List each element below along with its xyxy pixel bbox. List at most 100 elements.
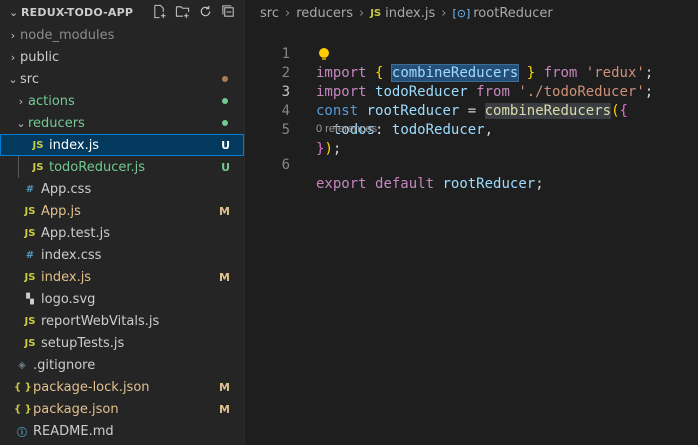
chevron-right-icon[interactable]: ›	[6, 29, 20, 42]
tree-file[interactable]: ⓘ README.md	[0, 420, 244, 442]
tree-item-label: reducers	[28, 115, 85, 131]
css-file-icon: #	[25, 183, 35, 195]
chevron-right-icon: ›	[359, 5, 365, 21]
git-status-badge: U	[221, 138, 230, 152]
svg-file-icon: ▚	[26, 293, 34, 305]
tree-file[interactable]: JS App.js M	[0, 200, 244, 222]
collapse-all-icon[interactable]	[221, 4, 236, 19]
tree-file[interactable]: # index.css	[0, 244, 244, 266]
tree-item-label: index.css	[41, 247, 102, 263]
git-status-badge: M	[219, 270, 230, 284]
chevron-right-icon: ›	[284, 5, 291, 21]
js-file-icon: JS	[24, 315, 36, 327]
tree-folder[interactable]: ⌄ src	[0, 68, 244, 90]
tree-item-label: reportWebVitals.js	[41, 313, 160, 329]
tree-file[interactable]: JS setupTests.js	[0, 332, 244, 354]
code-line[interactable]: 3 const rootReducer = combineReducers({	[245, 64, 698, 119]
file-tree: › node_modules › public ⌄ src › actions ⌄ reducer…	[0, 24, 244, 442]
new-folder-icon[interactable]	[175, 4, 190, 19]
breadcrumb: src › reducers › JS index.js › [⊙] rootR…	[245, 0, 698, 26]
tree-file[interactable]: { } package-lock.json M	[0, 376, 244, 398]
code-line[interactable]: 1 import { combineReducers } from 'redux…	[245, 26, 698, 82]
tree-item-label: App.css	[41, 181, 92, 197]
git-status-badge: M	[219, 204, 230, 218]
editor-area: src › reducers › JS index.js › [⊙] rootR…	[245, 0, 698, 445]
git-status-badge: M	[219, 380, 230, 394]
js-file-icon: JS	[32, 161, 44, 173]
breadcrumb-file[interactable]: index.js	[385, 6, 435, 21]
git-status-dot	[222, 76, 228, 82]
git-status-badge: U	[221, 160, 230, 174]
js-file-icon: JS	[24, 227, 36, 239]
code-lens[interactable]: 0 references	[245, 121, 698, 137]
tree-item-label: App.js	[41, 203, 81, 219]
tree-file[interactable]: # App.css	[0, 178, 244, 200]
breadcrumb-src[interactable]: src	[260, 6, 279, 21]
info-file-icon: ⓘ	[17, 427, 27, 439]
tree-item-label: node_modules	[20, 27, 115, 43]
tree-file[interactable]: JS index.js M	[0, 266, 244, 288]
code-line[interactable]: 5 });	[245, 102, 698, 157]
tree-file[interactable]: JS reportWebVitals.js	[0, 310, 244, 332]
tree-file[interactable]: { } package.json M	[0, 398, 244, 420]
indent-guide	[18, 156, 19, 178]
git-status-badge: M	[219, 402, 230, 416]
tree-item-label: src	[20, 71, 39, 87]
js-file-icon: JS	[370, 7, 382, 19]
explorer-header[interactable]: ⌄ REDUX-TODO-APP	[0, 0, 244, 24]
git-status-dot	[222, 120, 228, 126]
code-lens-references[interactable]: 0 references	[316, 121, 377, 137]
tree-item-label: package-lock.json	[33, 379, 150, 395]
new-file-icon[interactable]	[152, 4, 167, 19]
token: export	[316, 176, 367, 192]
explorer-sidebar: ⌄ REDUX-TODO-APP › node_modules › public ⌄ sr…	[0, 0, 245, 445]
chevron-right-icon[interactable]: ›	[6, 51, 20, 64]
tree-folder[interactable]: › public	[0, 46, 244, 68]
json-file-icon: { }	[14, 403, 32, 415]
code-line[interactable]: 2 import todoReducer from './todoReducer…	[245, 45, 698, 100]
token: ;	[535, 176, 544, 192]
tree-file[interactable]: JS App.test.js	[0, 222, 244, 244]
tree-folder[interactable]: › node_modules	[0, 24, 244, 46]
tree-folder[interactable]: ⌄ reducers	[0, 112, 244, 134]
chevron-right-icon[interactable]: ›	[14, 95, 28, 108]
explorer-title: REDUX-TODO-APP	[21, 5, 134, 19]
tree-item-label: index.js	[41, 269, 92, 285]
token: default	[375, 176, 435, 192]
refresh-icon[interactable]	[198, 4, 213, 19]
tree-item-label: README.md	[33, 423, 114, 439]
tree-item-label: .gitignore	[33, 357, 96, 373]
chevron-down-icon[interactable]: ⌄	[9, 6, 19, 19]
tree-item-label: logo.svg	[41, 291, 96, 307]
code-line[interactable]: 4 todos: todoReducer,	[245, 83, 698, 138]
tree-file[interactable]: ◈ .gitignore	[0, 354, 244, 376]
lightbulb-base	[322, 57, 326, 60]
chevron-down-icon[interactable]: ⌄	[14, 117, 28, 130]
tree-item-label: todoReducer.js	[49, 159, 146, 175]
js-file-icon: JS	[24, 337, 36, 349]
code-line[interactable]: 6 export default rootReducer;	[245, 137, 698, 192]
line-number: 6	[281, 157, 290, 173]
tree-item-label: public	[20, 49, 60, 65]
js-file-icon: JS	[24, 205, 36, 217]
tree-folder[interactable]: › actions	[0, 90, 244, 112]
tree-file[interactable]: ▚ logo.svg	[0, 288, 244, 310]
tree-item-label: package.json	[33, 401, 119, 417]
js-file-icon: JS	[32, 139, 44, 151]
breadcrumb-symbol[interactable]: rootReducer	[473, 6, 553, 21]
token: rootReducer	[442, 176, 536, 192]
css-file-icon: #	[25, 249, 35, 261]
tree-item-label: index.js	[49, 137, 100, 153]
git-file-icon: ◈	[18, 359, 26, 371]
tree-item-label: setupTests.js	[41, 335, 125, 351]
tree-item-label: actions	[28, 93, 75, 109]
chevron-right-icon: ›	[441, 5, 447, 21]
breadcrumb-reducers[interactable]: reducers	[296, 6, 353, 21]
code-editor[interactable]: 1 import { combineReducers } from 'redux…	[245, 26, 698, 192]
variable-symbol-icon: [⊙]	[452, 6, 471, 20]
tree-file[interactable]: JS index.js U	[0, 134, 244, 156]
chevron-down-icon[interactable]: ⌄	[6, 73, 20, 86]
tree-item-label: App.test.js	[41, 225, 111, 241]
tree-file[interactable]: JS todoReducer.js U	[0, 156, 244, 178]
json-file-icon: { }	[14, 381, 32, 393]
